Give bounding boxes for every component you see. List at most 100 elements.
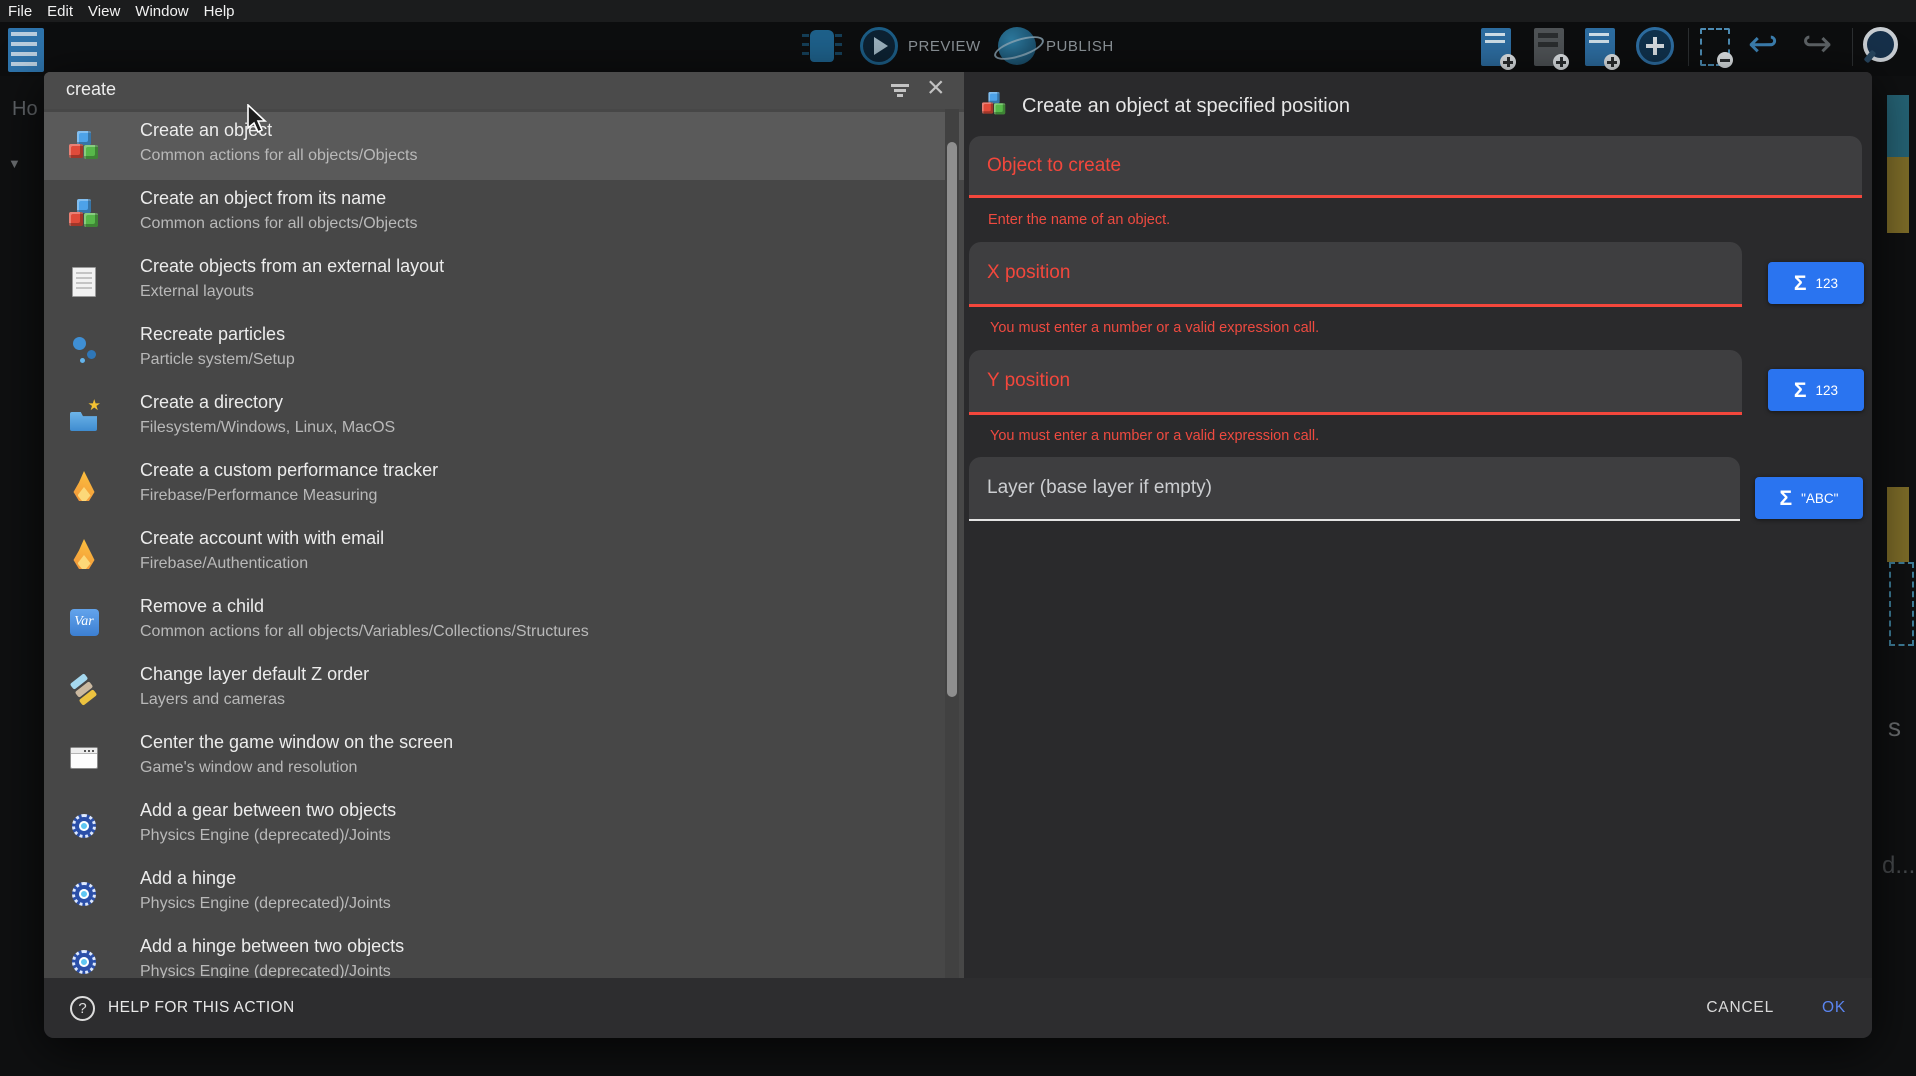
action-subtitle: Firebase/Performance Measuring	[140, 487, 377, 505]
field-label: Layer (base layer if empty)	[987, 477, 1212, 499]
ok-button[interactable]: OK	[1822, 999, 1846, 1017]
redo-icon[interactable]: ↪	[1802, 24, 1832, 64]
filter-icon[interactable]	[891, 84, 909, 87]
action-subtitle: Layers and cameras	[140, 691, 285, 709]
action-title: Recreate particles	[140, 324, 285, 345]
action-subtitle: External layouts	[140, 283, 254, 301]
background-olive-block	[1887, 157, 1909, 233]
action-list-item[interactable]: Create objects from an external layoutEx…	[44, 248, 964, 316]
add-scene-icon[interactable]	[1481, 28, 1511, 66]
action-list-item[interactable]: Recreate particlesParticle system/Setup	[44, 316, 964, 384]
action-subtitle: Physics Engine (deprecated)/Joints	[140, 895, 391, 913]
x-position-field[interactable]: X position	[969, 242, 1742, 307]
action-subtitle: Firebase/Authentication	[140, 555, 308, 573]
close-icon[interactable]: ×	[927, 72, 945, 107]
search-zoom-icon[interactable]	[1864, 27, 1900, 63]
action-title: Create an object from its name	[140, 188, 386, 209]
field-label: Y position	[987, 370, 1070, 392]
gear-icon	[72, 950, 96, 974]
action-icon-wrap	[66, 248, 102, 316]
directory-icon: ★	[69, 403, 99, 433]
add-circle-icon[interactable]	[1636, 27, 1674, 65]
home-tab-partial: Ho	[12, 98, 38, 121]
help-icon: ?	[70, 996, 95, 1021]
preview-button[interactable]: PREVIEW	[908, 38, 981, 55]
search-input[interactable]: create	[66, 79, 116, 100]
background-selection-outline	[1889, 562, 1914, 646]
action-title: Add a hinge	[140, 868, 236, 889]
action-list-item[interactable]: Add a hinge between two objectsPhysics E…	[44, 928, 964, 978]
action-list-item[interactable]: Create a custom performance tracker Fireb…	[44, 452, 964, 520]
action-title: Add a gear between two objects	[140, 800, 396, 821]
toolbar-separator	[1852, 28, 1853, 66]
menu-item-edit[interactable]: Edit	[47, 3, 73, 20]
gear-icon	[72, 882, 96, 906]
action-title: Create a custom performance tracker	[140, 460, 438, 481]
instruction-editor-dialog: create × Create an objectCommon actions …	[44, 72, 1872, 1038]
field-label: X position	[987, 262, 1070, 284]
action-title: Create account with with email	[140, 528, 384, 549]
action-subtitle: Filesystem/Windows, Linux, MacOS	[140, 419, 395, 437]
action-search-pane: create × Create an objectCommon actions …	[44, 72, 964, 978]
menu-item-window[interactable]: Window	[135, 3, 188, 20]
cancel-button[interactable]: CANCEL	[1706, 999, 1774, 1017]
field-error-text: You must enter a number or a valid expre…	[990, 428, 1319, 444]
sigma-icon: Σ	[1794, 273, 1807, 294]
action-icon-wrap	[66, 316, 102, 384]
background-olive-block	[1887, 487, 1909, 562]
add-extension-icon[interactable]	[1534, 28, 1564, 66]
action-list-item[interactable]: ★Create a directoryFilesystem/Windows, L…	[44, 384, 964, 452]
action-list-item[interactable]: Change layer default Z orderLayers and c…	[44, 656, 964, 724]
action-list-item[interactable]: VarRemove a childCommon actions for all …	[44, 588, 964, 656]
menu-item-view[interactable]: View	[88, 3, 120, 20]
cubes-icon	[68, 130, 100, 162]
action-icon-wrap	[66, 180, 102, 248]
search-bar[interactable]: create ×	[44, 72, 964, 109]
action-icon-wrap	[66, 724, 102, 792]
action-title: Remove a child	[140, 596, 264, 617]
action-list-item[interactable]: Center the game window on the screenGame…	[44, 724, 964, 792]
particles-icon	[69, 335, 99, 365]
action-list-item[interactable]: Add a hinge Physics Engine (deprecated)/J…	[44, 860, 964, 928]
add-events-icon[interactable]	[1585, 28, 1615, 66]
action-icon-wrap	[66, 928, 102, 978]
help-button[interactable]: ? HELP FOR THIS ACTION	[70, 996, 295, 1021]
action-list-item[interactable]: Create an object from its name Common act…	[44, 180, 964, 248]
menu-item-file[interactable]: File	[8, 3, 32, 20]
action-icon-wrap	[66, 656, 102, 724]
y-expression-button[interactable]: Σ 123	[1768, 369, 1864, 411]
action-icon-wrap	[66, 112, 102, 180]
zorder-icon	[68, 674, 100, 706]
layer-field[interactable]: Layer (base layer if empty)	[969, 457, 1740, 521]
debug-icon[interactable]	[810, 30, 834, 62]
action-icon-wrap	[66, 452, 102, 520]
x-expression-button[interactable]: Σ 123	[1768, 262, 1864, 304]
object-to-create-field[interactable]: Object to create	[969, 136, 1862, 198]
layer-expression-button[interactable]: Σ "ABC"	[1755, 477, 1863, 519]
field-error-text: You must enter a number or a valid expre…	[990, 320, 1319, 336]
action-icon-wrap: ★	[66, 384, 102, 452]
action-icon-wrap	[66, 520, 102, 588]
action-subtitle: Common actions for all objects/Objects	[140, 215, 417, 233]
action-subtitle: Physics Engine (deprecated)/Joints	[140, 827, 391, 845]
flame-icon	[72, 539, 97, 569]
cubes-icon	[68, 198, 100, 230]
preview-play-icon[interactable]	[860, 27, 898, 65]
action-config-panel: Create an object at specified position O…	[964, 72, 1872, 978]
scrollbar-thumb[interactable]	[947, 142, 957, 697]
action-list-item[interactable]: Add a gear between two objects Physics En…	[44, 792, 964, 860]
project-manager-icon[interactable]	[8, 28, 44, 72]
action-subtitle: Common actions for all objects/Variables…	[140, 623, 589, 641]
action-list-item[interactable]: Create account with with email Firebase/A…	[44, 520, 964, 588]
menu-item-help[interactable]: Help	[204, 3, 235, 20]
background-teal-block	[1887, 95, 1909, 157]
publish-button[interactable]: PUBLISH	[1046, 38, 1114, 55]
publish-globe-icon[interactable]	[998, 27, 1036, 65]
toolbar: PREVIEW PUBLISH ↩ ↪	[0, 22, 1916, 76]
action-list-item[interactable]: Create an objectCommon actions for all o…	[44, 112, 964, 180]
y-position-field[interactable]: Y position	[969, 350, 1742, 415]
remove-layout-icon[interactable]	[1700, 28, 1730, 66]
undo-icon[interactable]: ↩	[1748, 24, 1778, 64]
screen: File Edit View Window Help PREVIEW PUBLISH ↩…	[0, 0, 1916, 1076]
panel-header: Create an object at specified position	[978, 88, 1350, 125]
